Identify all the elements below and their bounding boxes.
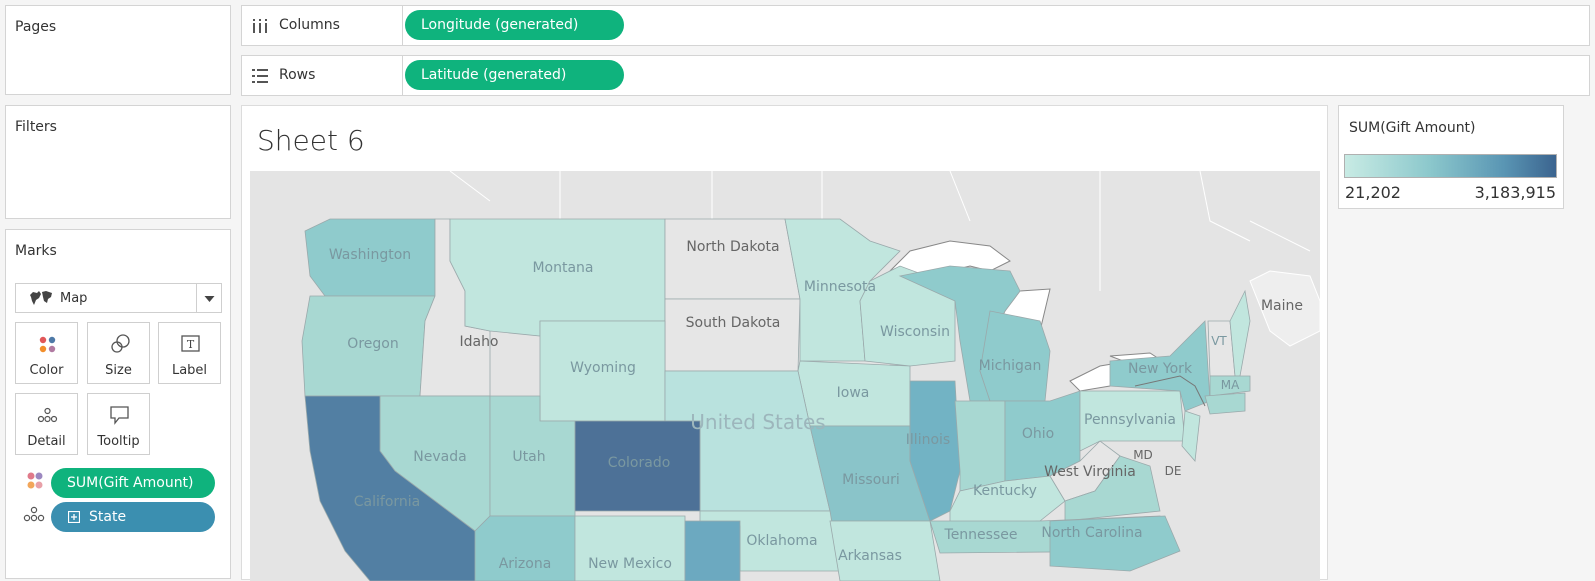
label-utah: Utah	[512, 449, 545, 465]
label-wyoming: Wyoming	[570, 360, 636, 376]
country-label: United States	[690, 410, 825, 434]
label-oklahoma: Oklahoma	[746, 533, 817, 549]
label-new-york: New York	[1128, 361, 1193, 377]
label-massachusetts: MA	[1221, 378, 1240, 392]
label-arkansas: Arkansas	[838, 548, 902, 564]
legend-gradient	[1344, 154, 1557, 178]
filters-title: Filters	[15, 119, 57, 135]
detail-card-label: Detail	[27, 434, 66, 449]
filters-shelf[interactable]: Filters	[5, 105, 231, 219]
dropdown-separator	[196, 284, 197, 312]
label-kentucky: Kentucky	[973, 483, 1037, 499]
label-nevada: Nevada	[413, 449, 466, 465]
rows-icon	[252, 69, 268, 83]
label-wisconsin: Wisconsin	[880, 324, 950, 340]
state-montana[interactable]	[449, 218, 666, 337]
label-card[interactable]: T Label	[158, 322, 221, 384]
label-minnesota: Minnesota	[804, 279, 876, 295]
label-delaware: DE	[1165, 464, 1182, 478]
legend-min: 21,202	[1345, 183, 1401, 202]
columns-divider	[402, 6, 403, 45]
label-maine: Maine	[1261, 298, 1303, 314]
size-card-label: Size	[105, 363, 132, 378]
map-icon	[30, 291, 52, 305]
rows-shelf[interactable]: Rows Latitude (generated)	[241, 55, 1590, 96]
country-label-line1: United States	[690, 410, 825, 434]
color-card[interactable]: Color	[15, 322, 78, 384]
state-michigan-lower[interactable]	[979, 310, 1051, 402]
sheet-view: Sheet 6 United States Washington Oregon …	[241, 105, 1328, 581]
tooltip-icon	[110, 406, 129, 425]
columns-label: Columns	[279, 17, 340, 33]
label-california: California	[354, 494, 420, 510]
color-icon	[39, 336, 56, 353]
label-washington: Washington	[329, 247, 411, 263]
chevron-down-icon	[204, 296, 215, 302]
label-south-dakota: South Dakota	[686, 315, 781, 331]
state-pill-label: State	[89, 509, 127, 525]
legend-max: 3,183,915	[1474, 183, 1556, 202]
label-missouri: Missouri	[842, 472, 900, 488]
label-tennessee: Tennessee	[944, 527, 1018, 543]
label-north-carolina: North Carolina	[1041, 525, 1142, 541]
size-icon	[111, 334, 130, 353]
state-north-dakota[interactable]	[664, 218, 801, 300]
label-idaho: Idaho	[459, 334, 498, 350]
label-west-virginia: West Virginia	[1044, 464, 1136, 480]
sheet-title[interactable]: Sheet 6	[257, 124, 365, 157]
state-texas-panhandle[interactable]	[684, 520, 741, 581]
tooltip-card-label: Tooltip	[97, 434, 140, 449]
color-dots-icon	[27, 472, 43, 489]
label-iowa: Iowa	[837, 385, 870, 401]
label-north-dakota: North Dakota	[686, 239, 779, 255]
state-new-england-south[interactable]	[1204, 392, 1246, 415]
mark-type-dropdown[interactable]: Map	[15, 283, 222, 313]
columns-icon	[253, 19, 267, 33]
detail-card[interactable]: Detail	[15, 393, 78, 455]
label-maryland: MD	[1133, 448, 1153, 462]
columns-shelf[interactable]: Columns Longitude (generated)	[241, 5, 1590, 46]
label-illinois: Illinois	[906, 432, 950, 448]
detail-icon	[37, 407, 58, 423]
label-card-label: Label	[171, 363, 208, 378]
color-legend[interactable]: SUM(Gift Amount) 21,202 3,183,915	[1338, 105, 1564, 209]
label-ohio: Ohio	[1022, 426, 1054, 442]
rows-divider	[402, 56, 403, 95]
tooltip-card[interactable]: Tooltip	[87, 393, 150, 455]
label-oregon: Oregon	[347, 336, 398, 352]
svg-text:T: T	[187, 338, 195, 351]
state-south-dakota[interactable]	[664, 298, 801, 372]
label-michigan: Michigan	[979, 358, 1042, 374]
detail-dots-icon	[23, 506, 45, 522]
marks-card: Marks Map Color Size T Label Detail Tool…	[5, 229, 231, 579]
state-pill[interactable]: State	[51, 502, 215, 532]
pages-shelf[interactable]: Pages	[5, 5, 231, 95]
label-pennsylvania: Pennsylvania	[1084, 412, 1176, 428]
mark-type-label: Map	[60, 291, 88, 306]
longitude-pill[interactable]: Longitude (generated)	[405, 10, 624, 40]
legend-title: SUM(Gift Amount)	[1349, 120, 1476, 136]
label-colorado: Colorado	[608, 455, 671, 471]
size-card[interactable]: Size	[87, 322, 150, 384]
marks-title: Marks	[15, 243, 57, 259]
pages-title: Pages	[15, 19, 57, 35]
plus-box-icon[interactable]	[68, 511, 80, 523]
color-card-label: Color	[29, 363, 64, 378]
label-montana: Montana	[532, 260, 593, 276]
latitude-pill[interactable]: Latitude (generated)	[405, 60, 624, 90]
sum-gift-amount-pill[interactable]: SUM(Gift Amount)	[51, 468, 215, 498]
text-label-icon: T	[181, 335, 200, 352]
us-map[interactable]: United States Washington Oregon Idaho Mo…	[250, 171, 1320, 581]
label-vermont: VT	[1211, 334, 1227, 348]
rows-label: Rows	[279, 67, 316, 83]
state-indiana[interactable]	[954, 400, 1006, 492]
